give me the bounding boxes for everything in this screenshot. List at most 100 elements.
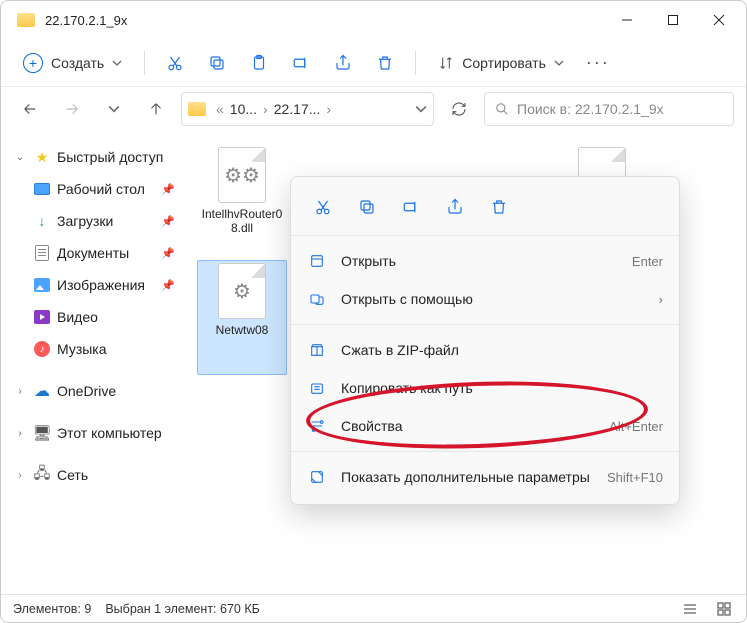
new-button-label: Создать	[51, 55, 104, 71]
sidebar-item-label: Рабочий стол	[57, 181, 145, 197]
sidebar-item-label: Документы	[57, 245, 129, 261]
new-button[interactable]: + Создать	[13, 45, 132, 81]
ctx-label: Свойства	[341, 418, 402, 434]
history-button[interactable]	[97, 92, 131, 126]
file-item-selected[interactable]: ⚙ Netwtw08	[197, 260, 287, 375]
download-icon: ↓	[33, 212, 51, 230]
sidebar-item-pictures[interactable]: Изображения 📌	[5, 269, 183, 301]
sidebar-item-music[interactable]: ♪ Музыка	[5, 333, 183, 365]
maximize-button[interactable]	[650, 4, 696, 36]
status-selection: Выбран 1 элемент: 670 КБ	[105, 602, 259, 616]
sidebar-item-label: Сеть	[57, 467, 88, 483]
sidebar-item-label: Этот компьютер	[57, 425, 162, 441]
ctx-copy-path[interactable]: Копировать как путь	[291, 369, 679, 407]
folder-icon	[188, 102, 206, 116]
zip-icon	[307, 342, 327, 358]
refresh-button[interactable]	[442, 92, 476, 126]
ctx-open[interactable]: Открыть Enter	[291, 242, 679, 280]
sort-icon	[438, 55, 454, 71]
ctx-show-more-options[interactable]: Показать дополнительные параметры Shift+…	[291, 458, 679, 496]
desktop-icon	[33, 180, 51, 198]
toolbar: + Создать Сортировать ···	[1, 39, 746, 87]
delete-button[interactable]	[367, 45, 403, 81]
sidebar-item-label: OneDrive	[57, 383, 116, 399]
sidebar-item-documents[interactable]: Документы 📌	[5, 237, 183, 269]
sidebar-item-network[interactable]: › 🖧 Сеть	[5, 459, 183, 491]
status-bar: Элементов: 9 Выбран 1 элемент: 670 КБ	[1, 594, 746, 622]
chevron-down-icon[interactable]	[415, 103, 427, 115]
breadcrumb-seg[interactable]: 22.17...	[274, 101, 321, 117]
sidebar-item-desktop[interactable]: Рабочий стол 📌	[5, 173, 183, 205]
chevron-down-icon	[112, 58, 122, 68]
plus-icon: +	[23, 53, 43, 73]
pin-icon: 📌	[161, 215, 175, 228]
window-title: 22.170.2.1_9x	[45, 13, 127, 28]
ctx-label: Копировать как путь	[341, 380, 473, 396]
pin-icon: 📌	[161, 279, 175, 292]
sidebar-item-this-pc[interactable]: › 🖥 Этот компьютер	[5, 417, 183, 449]
up-button[interactable]	[139, 92, 173, 126]
file-icon: ⚙	[218, 263, 266, 319]
ctx-copy-button[interactable]	[347, 189, 387, 225]
sidebar-item-downloads[interactable]: ↓ Загрузки 📌	[5, 205, 183, 237]
sidebar: ⌄ ★ Быстрый доступ Рабочий стол 📌 ↓ Загр…	[1, 131, 187, 594]
sidebar-item-quick-access[interactable]: ⌄ ★ Быстрый доступ	[5, 141, 183, 173]
nav-row: « 10... › 22.17... › Поиск в: 22.170.2.1…	[1, 87, 746, 131]
open-icon	[307, 253, 327, 269]
cloud-icon: ☁	[33, 382, 51, 400]
chevron-right-icon: ›	[13, 470, 27, 481]
ctx-zip[interactable]: Сжать в ZIP-файл	[291, 331, 679, 369]
music-icon: ♪	[33, 340, 51, 358]
back-button[interactable]	[13, 92, 47, 126]
separator	[291, 324, 679, 325]
document-icon	[33, 244, 51, 262]
separator	[144, 51, 145, 75]
status-count: Элементов: 9	[13, 602, 91, 616]
share-button[interactable]	[325, 45, 361, 81]
file-icon: ⚙⚙	[218, 147, 266, 203]
cut-button[interactable]	[157, 45, 193, 81]
ctx-properties[interactable]: Свойства Alt+Enter	[291, 407, 679, 445]
copy-button[interactable]	[199, 45, 235, 81]
pc-icon: 🖥	[33, 424, 51, 442]
ctx-rename-button[interactable]	[391, 189, 431, 225]
sidebar-item-onedrive[interactable]: › ☁ OneDrive	[5, 375, 183, 407]
breadcrumb[interactable]: « 10... › 22.17... ›	[181, 92, 434, 126]
star-icon: ★	[33, 148, 51, 166]
icons-view-button[interactable]	[714, 599, 734, 619]
sidebar-item-video[interactable]: Видео	[5, 301, 183, 333]
chevron-down-icon: ⌄	[13, 152, 27, 163]
separator	[415, 51, 416, 75]
sort-button[interactable]: Сортировать	[428, 55, 574, 71]
rename-button[interactable]	[283, 45, 319, 81]
paste-button[interactable]	[241, 45, 277, 81]
folder-icon	[17, 13, 35, 27]
ctx-shortcut: Alt+Enter	[609, 419, 663, 434]
ctx-share-button[interactable]	[435, 189, 475, 225]
chevron-down-icon	[554, 58, 564, 68]
search-input[interactable]: Поиск в: 22.170.2.1_9x	[484, 92, 734, 126]
pin-icon: 📌	[161, 247, 175, 260]
breadcrumb-sep: ›	[261, 101, 270, 117]
details-view-button[interactable]	[680, 599, 700, 619]
sidebar-item-label: Видео	[57, 309, 98, 325]
chevron-right-icon: ›	[13, 386, 27, 397]
file-item[interactable]: ⚙⚙ IntellhvRouter08.dll	[197, 145, 287, 260]
minimize-button[interactable]	[604, 4, 650, 36]
title-bar: 22.170.2.1_9x	[1, 1, 746, 39]
copy-path-icon	[307, 380, 327, 396]
file-label: IntellhvRouter08.dll	[197, 207, 287, 236]
ctx-label: Открыть с помощью	[341, 291, 473, 307]
sort-label: Сортировать	[462, 55, 546, 71]
ctx-delete-button[interactable]	[479, 189, 519, 225]
context-quick-actions	[291, 185, 679, 229]
forward-button[interactable]	[55, 92, 89, 126]
ctx-label: Сжать в ZIP-файл	[341, 342, 459, 358]
close-button[interactable]	[696, 4, 742, 36]
ctx-cut-button[interactable]	[303, 189, 343, 225]
ctx-open-with[interactable]: Открыть с помощью ›	[291, 280, 679, 318]
sidebar-item-label: Быстрый доступ	[57, 149, 163, 165]
more-button[interactable]: ···	[580, 45, 616, 81]
ctx-shortcut: Enter	[632, 254, 663, 269]
breadcrumb-seg[interactable]: 10...	[230, 101, 257, 117]
